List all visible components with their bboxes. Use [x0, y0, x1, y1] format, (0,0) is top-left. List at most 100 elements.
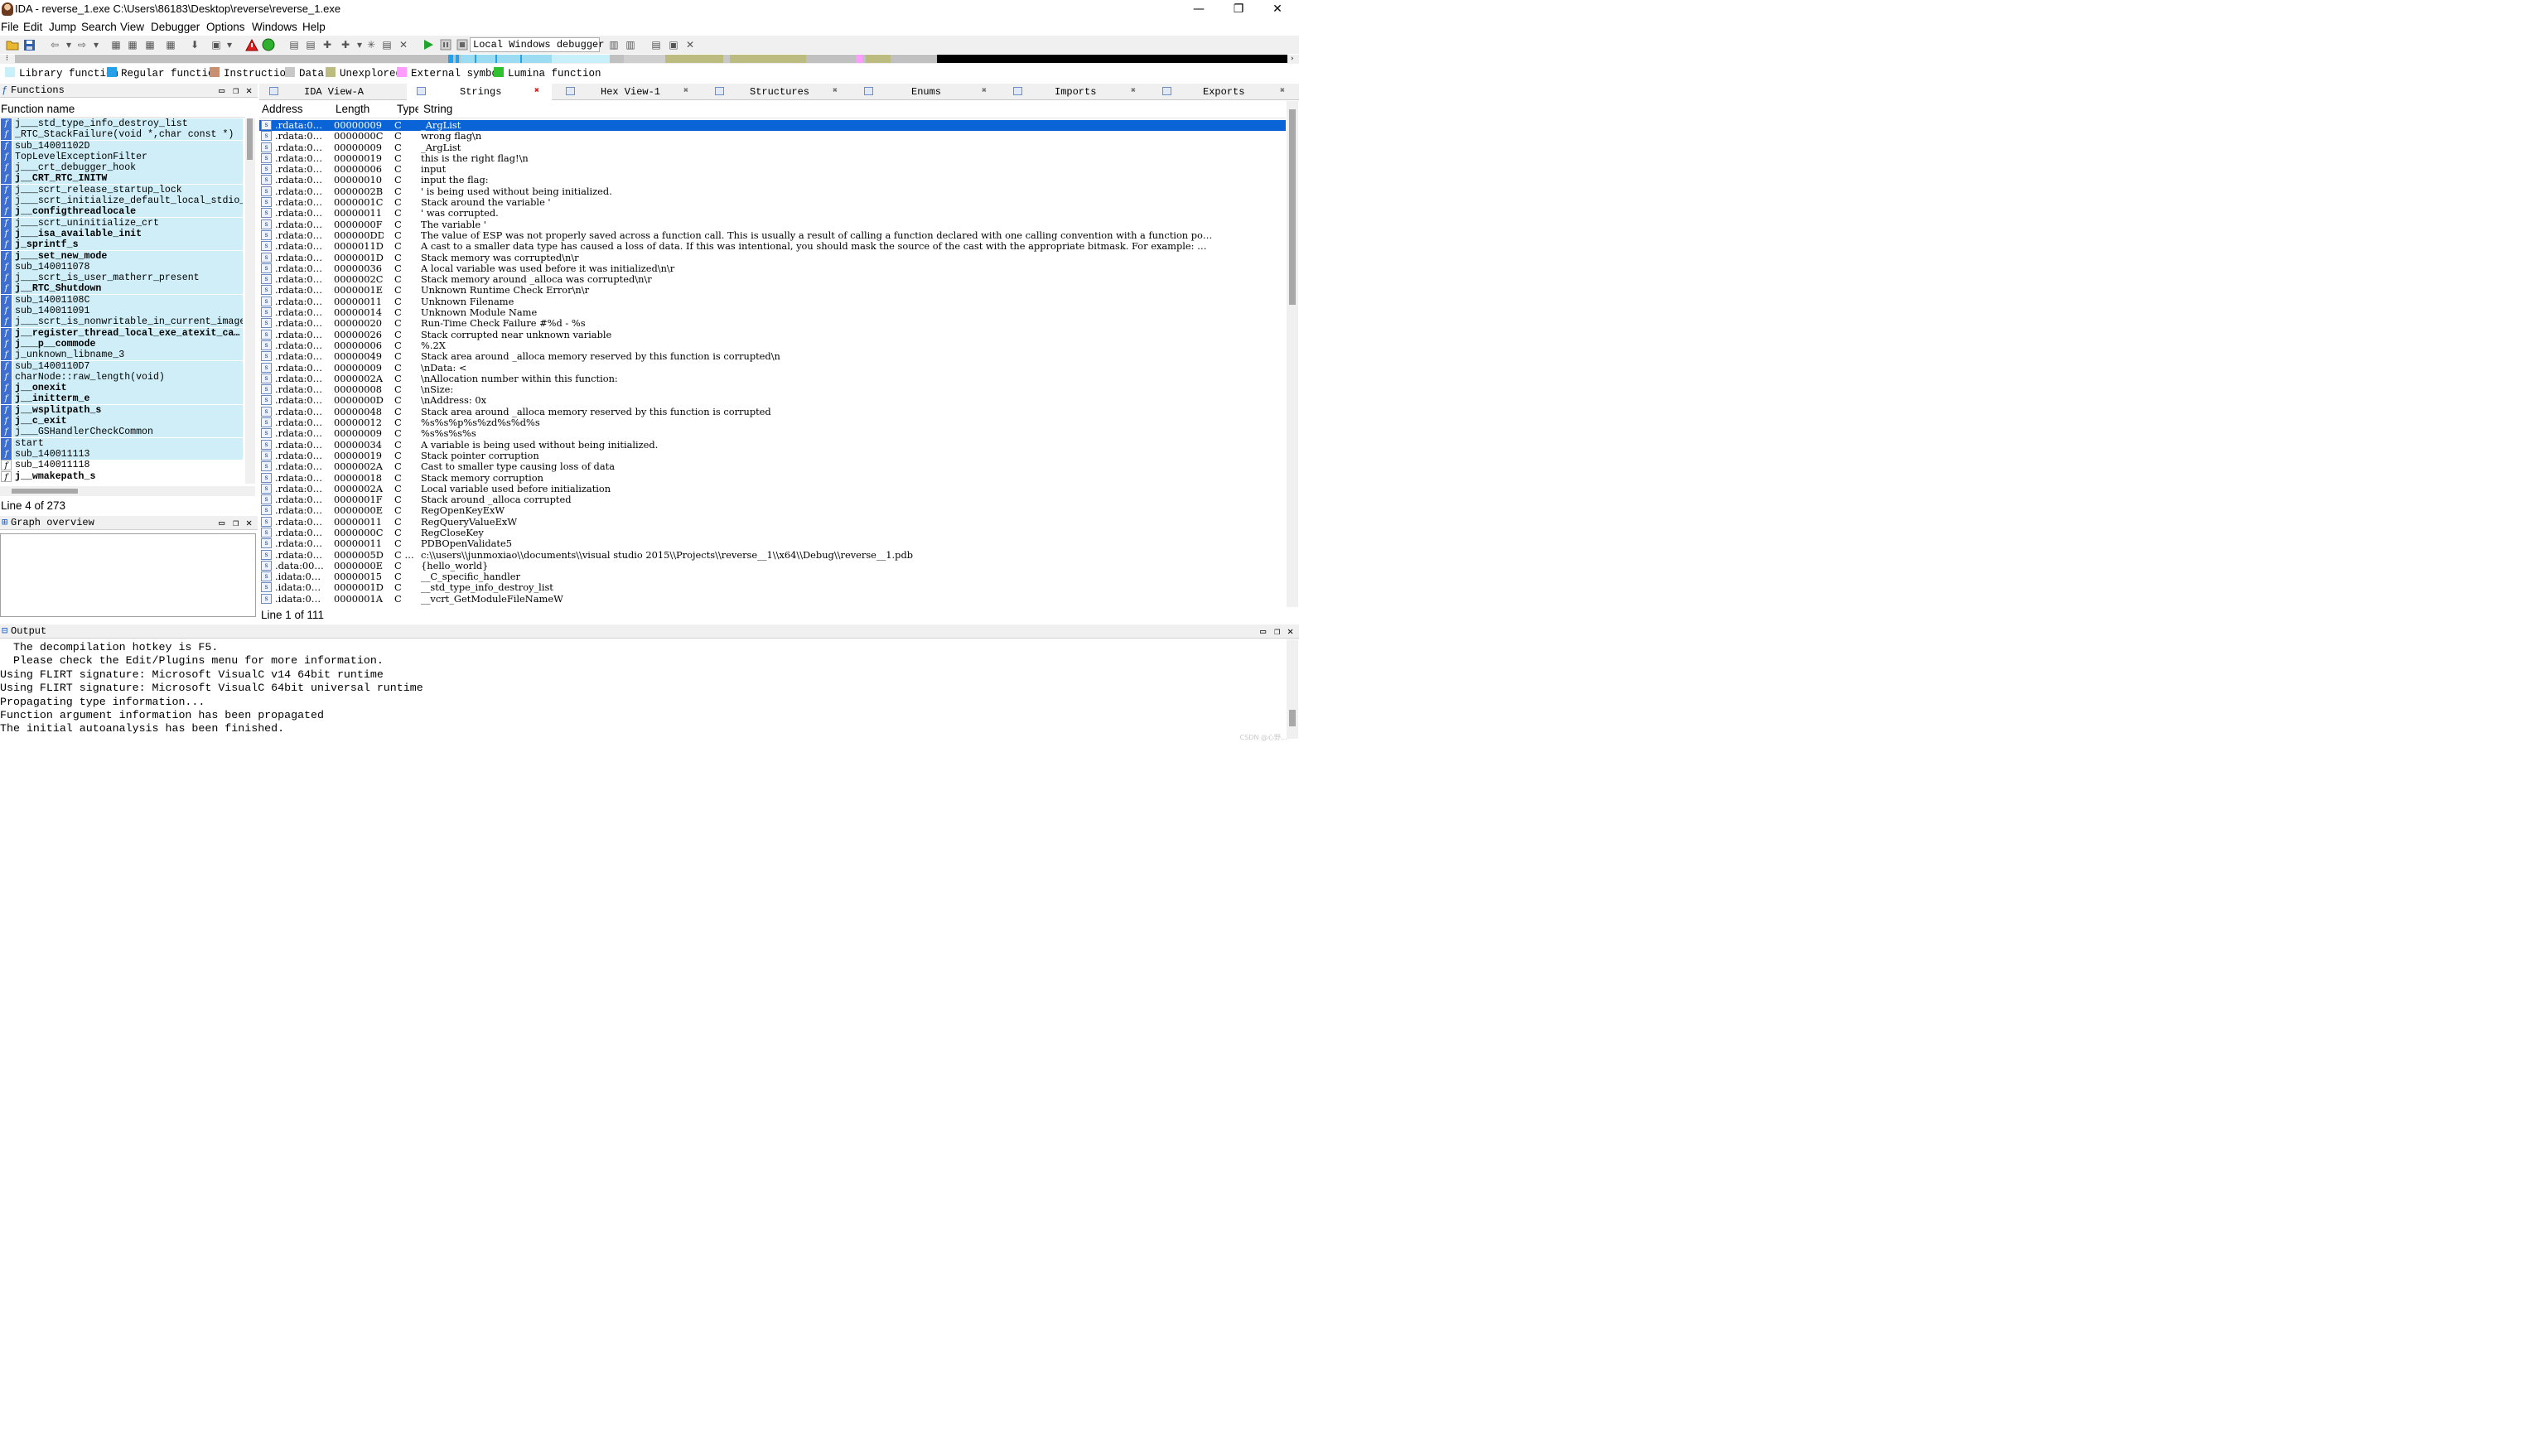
save-icon[interactable] — [22, 37, 36, 52]
function-row[interactable]: f j__RTC_Shutdown — [0, 283, 243, 295]
string-row[interactable]: s .rdata:0… 0000001E C Unknown Runtime Check… — [259, 285, 1286, 296]
navigation-band[interactable]: ⁝ › — [0, 55, 1299, 64]
add-icon[interactable]: ✚ — [320, 37, 335, 52]
menu-help[interactable]: Help — [302, 20, 326, 35]
menu-edit[interactable]: Edit — [23, 20, 42, 35]
function-row[interactable]: f start — [0, 437, 243, 449]
function-row[interactable]: f j___std_type_info_destroy_list — [0, 118, 243, 129]
string-row[interactable]: s .idata:0… 00000015 C __C_specific_handler — [259, 571, 1286, 582]
string-row[interactable]: s .rdata:0… 0000001C C Stack around the vari… — [259, 197, 1286, 208]
menu-view[interactable]: View — [120, 20, 144, 35]
stop-debugger-icon[interactable] — [455, 37, 470, 52]
delete-icon[interactable]: ✕ — [396, 37, 411, 52]
function-row[interactable]: f j___scrt_is_user_matherr_present — [0, 272, 243, 284]
function-row[interactable]: f TopLevelExceptionFilter — [0, 151, 243, 162]
edit-function-icon[interactable]: ▤ — [303, 37, 318, 52]
function-row[interactable]: f j_sprintf_s — [0, 239, 243, 251]
function-row[interactable]: f j__CRT_RTC_INITW — [0, 173, 243, 185]
function-name-column-header[interactable]: Function name — [0, 101, 245, 118]
tab-enums[interactable]: Enums ✖ — [854, 84, 999, 100]
maximize-button[interactable]: ❐ — [1219, 0, 1258, 20]
menu-jump[interactable]: Jump — [49, 20, 76, 35]
string-row[interactable]: s .data:00… 0000000E C {hello_world} — [259, 560, 1286, 571]
search-next-icon[interactable]: ▦ — [163, 37, 178, 52]
close-tab-icon[interactable]: ✖ — [982, 84, 987, 100]
graph-overview-canvas[interactable] — [0, 533, 256, 617]
panel-close-icon[interactable]: ✕ — [1287, 625, 1293, 639]
string-row[interactable]: s .rdata:0… 000000DD C The value of ESP was … — [259, 229, 1286, 241]
function-row[interactable]: f sub_140011113 — [0, 448, 243, 460]
string-row[interactable]: s .rdata:0… 00000014 C Unknown Module Name — [259, 307, 1286, 318]
close-window-button[interactable]: ✕ — [1258, 0, 1297, 20]
functions-hscroll-thumb[interactable] — [12, 489, 78, 494]
string-row[interactable]: s .rdata:0… 00000018 C Stack memory corrupti… — [259, 472, 1286, 484]
column-header-length[interactable]: Length — [336, 103, 369, 115]
string-row[interactable]: s .rdata:0… 0000002C C Stack memory around _… — [259, 274, 1286, 285]
function-row[interactable]: f j__wsplitpath_s — [0, 404, 243, 416]
panel-close-icon[interactable]: ✕ — [246, 517, 252, 530]
function-row[interactable]: f j__register_thread_local_exe_atexit_ca… — [0, 327, 243, 339]
output-log[interactable]: The decompilation hotkey is F5. Please c… — [0, 641, 1284, 739]
menu-windows[interactable]: Windows — [252, 20, 297, 35]
string-row[interactable]: s .rdata:0… 00000019 Cthis is the right fla… — [259, 152, 1286, 164]
string-row[interactable]: s .rdata:0… 0000000E C RegOpenKeyExW — [259, 505, 1286, 516]
function-row[interactable]: f j__onexit — [0, 383, 243, 394]
function-row[interactable]: f j___scrt_release_startup_lock — [0, 184, 243, 195]
string-row[interactable]: s .idata:0… 0000001D C __std_type_info_destr… — [259, 582, 1286, 593]
function-row[interactable]: f _RTC_StackFailure(void *,char const *) — [0, 129, 243, 141]
string-row[interactable]: s .rdata:0… 0000000C Cwrong flag\n — [259, 131, 1286, 142]
function-row[interactable]: f j___scrt_is_nonwritable_in_current_imag… — [0, 316, 243, 328]
text-search-icon[interactable]: ▦ — [125, 37, 140, 52]
close-tab-icon[interactable]: ✖ — [1131, 84, 1136, 100]
function-row[interactable]: f j___crt_debugger_hook — [0, 162, 243, 174]
plugin-icon[interactable]: ✳ — [364, 37, 379, 52]
strings-scroll-thumb[interactable] — [1289, 109, 1296, 305]
column-header-address[interactable]: Address — [262, 103, 303, 115]
string-row[interactable]: s .rdata:0… 0000000C C RegCloseKey — [259, 527, 1286, 538]
string-row[interactable]: s .rdata:0… 00000006 Cinput — [259, 164, 1286, 175]
close-tab-icon[interactable]: ✖ — [1280, 84, 1285, 100]
panel-close-icon[interactable]: ✕ — [246, 84, 252, 98]
functions-scroll-thumb[interactable] — [247, 118, 253, 160]
string-row[interactable]: s .rdata:0… 00000008 C \nSize: — [259, 384, 1286, 395]
function-row[interactable]: f sub_14001102D — [0, 140, 243, 152]
string-row[interactable]: s .rdata:0… 0000002A C Local variable used b… — [259, 483, 1286, 494]
string-row[interactable]: s .rdata:0… 00000009 C %s%s%s%s — [259, 428, 1286, 439]
tab-imports[interactable]: Imports ✖ — [1003, 84, 1148, 100]
function-row[interactable]: f j___p__commode — [0, 338, 243, 350]
forward-arrow-icon[interactable]: ⇨ — [75, 37, 89, 52]
string-row[interactable]: s .rdata:0… 00000049 C Stack area around _al… — [259, 351, 1286, 362]
jump-down-icon[interactable]: ⬇ — [187, 37, 202, 52]
string-row[interactable]: s .rdata:0… 00000026 C Stack corrupted near … — [259, 329, 1286, 340]
column-header-type[interactable]: Type — [397, 103, 418, 115]
string-row[interactable]: s .rdata:0… 00000010 Cinput the flag: — [259, 175, 1286, 186]
string-row[interactable]: s .rdata:0… 0000005D C … c:\\users\\junmoxia… — [259, 549, 1286, 561]
function-row[interactable]: f j__initterm_e — [0, 393, 243, 405]
close-tab-icon[interactable]: ✖ — [683, 84, 688, 100]
nav-right-arrow-icon[interactable]: › — [1291, 55, 1294, 63]
string-row[interactable]: s .rdata:0… 00000009 C \nData: < — [259, 362, 1286, 374]
function-row[interactable]: f j_unknown_libname_3 — [0, 350, 243, 361]
function-row[interactable]: f j__wmakepath_s — [0, 470, 243, 482]
panel-maximize-icon[interactable]: ▭ — [219, 84, 225, 98]
create-function-icon[interactable]: ▤ — [287, 37, 302, 52]
tab-hex-view-1[interactable]: Hex View-1 ✖ — [556, 84, 701, 100]
cross-reference-icon[interactable]: ▤ — [379, 37, 394, 52]
function-row[interactable]: f sub_140011118 — [0, 460, 243, 471]
string-row[interactable]: s .rdata:0… 00000006 C %.2X — [259, 340, 1286, 351]
function-row[interactable]: f j__configthreadlocale — [0, 206, 243, 218]
string-row[interactable]: s .rdata:0… 00000012 C %s%s%p%s%zd%s%d%s — [259, 417, 1286, 428]
string-row[interactable]: s .rdata:0… 00000011 C PDBOpenValidate5 — [259, 538, 1286, 549]
string-row[interactable]: s .rdata:0… 00000034 C A variable is being u… — [259, 439, 1286, 451]
binary-search-icon[interactable]: ▦ — [109, 37, 123, 52]
string-row[interactable]: s .idata:0… 0000001A C __vcrt_GetModuleFileN… — [259, 593, 1286, 605]
string-row[interactable]: s .rdata:0… 00000019 C Stack pointer corrupt… — [259, 450, 1286, 461]
panel-float-icon[interactable]: ❐ — [1274, 625, 1280, 639]
functions-list[interactable]: f j___std_type_info_destroy_list f _RTC_Sta… — [0, 118, 243, 484]
column-header-string[interactable]: String — [423, 103, 452, 115]
forward-dropdown-icon[interactable]: ▾ — [89, 37, 104, 52]
segment-dropdown-icon[interactable]: ▾ — [222, 37, 237, 52]
function-row[interactable]: f sub_140011091 — [0, 306, 243, 317]
open-folder-icon[interactable] — [5, 37, 20, 52]
function-row[interactable]: f sub_1400110D7 — [0, 360, 243, 372]
